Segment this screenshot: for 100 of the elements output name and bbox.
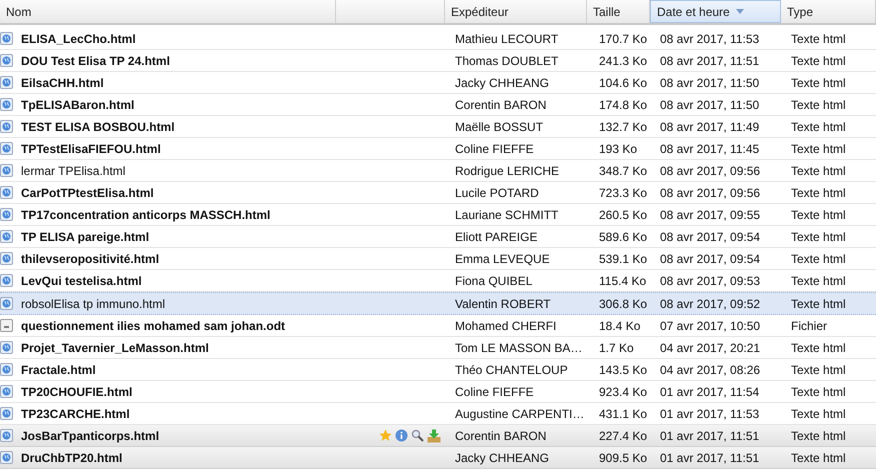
file-row[interactable]: Projet_Tavernier_LeMasson.html Tom LE MASSON BA… 1.7 Ko 04 avr 2017, 20:21 Texte html [0,337,876,359]
sender-name: Valentin ROBERT [455,296,551,310]
file-row[interactable]: TP17concentration anticorps MASSCH.html Lauriane SCHMITT 260.5 Ko 08 avr 2017, 09:55 Texte html [0,204,876,226]
file-type: Texte html [791,164,846,178]
column-header[interactable]: Date et heure [650,0,781,23]
file-row[interactable]: Fractale.html Théo CHANTELOUP 143.5 Ko 04 avr 2017, 08:26 Texte html [0,359,876,381]
globe-file-icon [0,252,13,265]
search-icon[interactable] [411,429,424,442]
file-size: 909.5 Ko [599,450,648,464]
sender-name: Coline FIEFFE [455,384,534,398]
sender-name: Rodrigue LERICHE [455,164,560,178]
info-icon[interactable] [395,429,408,442]
sender-name: Jacky CHHEANG [455,76,550,90]
sender-name: Mathieu LECOURT [455,32,558,46]
file-size: 539.1 Ko [599,252,648,266]
sender-name: Corentin BARON [455,428,546,442]
file-row[interactable]: DruChbTP20.html Jacky CHHEANG 909.5 Ko 01 avr 2017, 11:51 Texte html [0,447,876,469]
file-size: 589.6 Ko [599,230,648,244]
file-type: Texte html [791,76,846,90]
date-time: 08 avr 2017, 09:56 [660,164,760,178]
globe-file-icon [0,76,13,89]
file-name: EilsaCHH.html [21,76,104,90]
file-type: Texte html [791,340,846,354]
sender-name: Théo CHANTELOUP [455,362,568,376]
date-time: 08 avr 2017, 11:51 [660,54,760,68]
sender-name: Lauriane SCHMITT [455,208,558,222]
column-header[interactable]: Nom [0,0,336,23]
file-row[interactable]: questionnement ilies mohamed sam johan.odt Mohamed CHERFI 18.4 Ko 07 avr 2017, 10:50 Fichier [0,315,876,337]
date-time: 01 avr 2017, 11:51 [660,450,760,464]
file-type: Texte html [791,54,846,68]
sender-name: Mohamed CHERFI [455,318,556,332]
file-type: Texte html [791,186,846,200]
column-header[interactable]: Type [781,0,876,23]
sender-name: Jacky CHHEANG [455,450,550,464]
file-type: Texte html [791,274,846,288]
globe-file-icon [0,297,13,310]
file-row[interactable]: CarPotTPtestElisa.html Lucile POTARD 723.3 Ko 08 avr 2017, 09:56 Texte html [0,182,876,204]
file-type: Texte html [791,120,846,134]
file-type: Fichier [791,318,828,332]
date-time: 01 avr 2017, 11:54 [660,384,760,398]
globe-file-icon [0,32,13,45]
file-type: Texte html [791,208,846,222]
file-row[interactable]: TEST ELISA BOSBOU.html Maëlle BOSSUT 132.7 Ko 08 avr 2017, 11:49 Texte html [0,116,876,138]
file-type: Texte html [791,32,846,46]
sender-name: Tom LE MASSON BA… [455,340,582,354]
sender-name: Augustine CARPENTI… [455,406,584,420]
globe-file-icon [0,186,13,199]
file-size: 227.4 Ko [599,428,648,442]
globe-file-icon [0,208,13,221]
date-time: 04 avr 2017, 08:26 [660,362,760,376]
star-icon[interactable] [379,429,392,442]
file-row[interactable]: TP ELISA pareige.html Eliott PAREIGE 589.6 Ko 08 avr 2017, 09:54 Texte html [0,226,876,248]
sender-name: Thomas DOUBLET [455,54,558,68]
date-time: 08 avr 2017, 11:50 [660,76,760,90]
file-row[interactable]: robsolElisa tp immuno.html Valentin ROBERT 306.8 Ko 08 avr 2017, 09:52 Texte html [0,292,876,315]
globe-file-icon [0,120,13,133]
column-header[interactable]: Expéditeur [445,0,587,23]
file-row[interactable]: TPTestElisaFIEFOU.html Coline FIEFFE 193 Ko 08 avr 2017, 11:45 Texte html [0,138,876,160]
file-name: LevQui testelisa.html [21,274,142,288]
file-row[interactable]: JosBarTpanticorps.html Corentin BARON 227.4 Ko 01 avr 2017, 11:51 Texte html [0,425,876,447]
file-row[interactable]: TP20CHOUFIE.html Coline FIEFFE 923.4 Ko 01 avr 2017, 11:54 Texte html [0,381,876,403]
file-size: 431.1 Ko [599,406,648,420]
file-row[interactable]: EilsaCHH.html Jacky CHHEANG 104.6 Ko 08 avr 2017, 11:50 Texte html [0,72,876,94]
file-type: Texte html [791,362,846,376]
globe-file-icon [0,451,13,464]
file-size: 170.7 Ko [599,32,648,46]
file-row[interactable]: TpELISABaron.html Corentin BARON 174.8 Ko 08 avr 2017, 11:50 Texte html [0,94,876,116]
date-time: 08 avr 2017, 11:50 [660,98,760,112]
file-name: CarPotTPtestElisa.html [21,186,154,200]
file-name: ELISA_LecCho.html [21,32,136,46]
date-time: 07 avr 2017, 10:50 [660,318,760,332]
file-row[interactable]: ELISA_LecCho.html Mathieu LECOURT 170.7 Ko 08 avr 2017, 11:53 Texte html [0,28,876,50]
sender-name: Corentin BARON [455,98,546,112]
date-time: 08 avr 2017, 09:54 [660,252,760,266]
file-size: 174.8 Ko [599,98,648,112]
file-size: 143.5 Ko [599,362,648,376]
file-name: robsolElisa tp immuno.html [21,296,166,310]
date-time: 08 avr 2017, 11:53 [660,32,760,46]
file-type: Texte html [791,98,846,112]
date-time: 01 avr 2017, 11:53 [660,406,760,420]
file-size: 723.3 Ko [599,186,648,200]
sort-descending-icon [736,9,744,14]
file-row[interactable]: thilevseropositivité.html Emma LEVEQUE 539.1 Ko 08 avr 2017, 09:54 Texte html [0,248,876,270]
file-size: 193 Ko [599,142,638,156]
date-time: 04 avr 2017, 20:21 [660,340,760,354]
file-size: 923.4 Ko [599,384,648,398]
file-name: TEST ELISA BOSBOU.html [21,120,175,134]
globe-file-icon [0,164,13,177]
date-time: 08 avr 2017, 09:52 [660,296,760,310]
file-row[interactable]: DOU Test Elisa TP 24.html Thomas DOUBLET 241.3 Ko 08 avr 2017, 11:51 Texte html [0,50,876,72]
file-name: JosBarTpanticorps.html [21,428,160,442]
globe-file-icon [0,230,13,243]
file-size: 260.5 Ko [599,208,648,222]
file-name: lermar TPElisa.html [21,164,126,178]
sender-name: Fiona QUIBEL [455,274,532,288]
date-time: 08 avr 2017, 09:56 [660,186,760,200]
date-time: 08 avr 2017, 09:53 [660,274,760,288]
file-size: 1.7 Ko [599,340,634,354]
file-name: thilevseropositivité.html [21,252,160,266]
file-row[interactable]: lermar TPElisa.html Rodrigue LERICHE 348.7 Ko 08 avr 2017, 09:56 Texte html [0,160,876,182]
